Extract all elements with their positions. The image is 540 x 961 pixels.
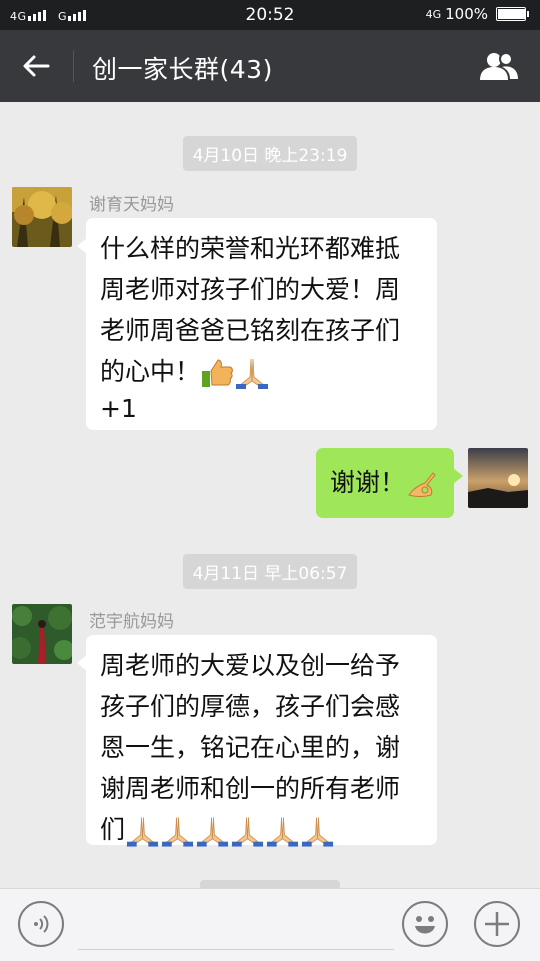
message-bubble[interactable]: 什么样的荣誉和光环都难抵 周老师对孩子们的大爱！周 老师周爸爸已铭刻在孩子们 的…	[77, 218, 437, 430]
my-avatar[interactable]	[468, 448, 528, 508]
voice-input-icon	[34, 915, 49, 933]
praying-hands-icon	[301, 817, 334, 847]
message-input[interactable]	[78, 903, 394, 950]
praying-hands-icon	[161, 817, 194, 847]
praying-hands-icon	[236, 358, 269, 389]
battery-icon	[496, 7, 529, 21]
message-text: 谢周老师和创一的所有老师	[100, 774, 401, 803]
message-bubble[interactable]: 周老师的大爱以及创一给予 孩子们的厚德，孩子们会感 恩一生，铭记在心里的，谢 谢…	[77, 635, 437, 847]
chat-title: 创一家长群(43)	[92, 55, 273, 84]
message-text: +1	[100, 394, 137, 423]
group-info-button[interactable]	[476, 48, 522, 84]
status-right: 4G 100%	[425, 5, 529, 23]
avatar-image	[12, 604, 72, 664]
message-text: 什么样的荣誉和光环都难抵	[100, 234, 401, 263]
message-bubble-outgoing[interactable]: 谢谢！	[316, 448, 463, 518]
voice-button[interactable]	[18, 901, 64, 947]
title-divider	[73, 50, 74, 82]
praying-hands-icon	[196, 817, 229, 847]
plus-icon	[485, 912, 509, 936]
message-text: 孩子们的厚德，孩子们会感	[100, 692, 401, 721]
back-arrow-icon	[23, 55, 50, 77]
praying-hands-icon	[231, 817, 264, 847]
message-timestamp-partial	[0, 880, 540, 888]
message-text: 谢谢！	[330, 468, 406, 497]
back-button[interactable]	[14, 48, 58, 84]
avatar[interactable]	[12, 604, 72, 664]
message-text: 周老师对孩子们的大爱！周	[100, 275, 401, 304]
title-bar: 创一家长群(43)	[0, 30, 540, 102]
sender-name: 谢育天妈妈	[89, 195, 174, 215]
avatar-image	[12, 187, 72, 247]
group-members-icon	[480, 52, 518, 80]
chat-messages[interactable]: 4月10日 晚上23:19 谢育天妈妈 什么样的荣誉和光环都难抵 周老师对孩子们…	[0, 102, 540, 888]
thumbs-up-icon	[202, 359, 233, 387]
praying-hands-icon	[126, 817, 159, 847]
message-timestamp: 4月11日 早上06:57	[0, 554, 540, 589]
emoji-button[interactable]	[402, 901, 448, 947]
smiley-icon	[415, 916, 435, 934]
message-timestamp: 4月10日 晚上23:19	[0, 136, 540, 171]
message-text: 周老师的大爱以及创一给予	[100, 651, 401, 680]
ok-hand-icon	[408, 472, 436, 497]
more-button[interactable]	[474, 901, 520, 947]
message-text: 老师周爸爸已铭刻在孩子们	[100, 316, 401, 345]
sender-name: 范宇航妈妈	[89, 612, 174, 632]
message-text: 的心中！	[100, 357, 201, 386]
avatar[interactable]	[12, 187, 72, 247]
avatar-image	[468, 448, 528, 508]
status-bar: 4G G 20:52 4G 100%	[0, 0, 540, 30]
input-bar	[0, 888, 540, 961]
message-text: 们	[100, 815, 126, 844]
network-label: 4G	[425, 7, 442, 21]
message-text: 恩一生，铭记在心里的，谢	[100, 733, 401, 762]
battery-label: 100%	[445, 5, 488, 23]
praying-hands-icon	[266, 817, 299, 847]
